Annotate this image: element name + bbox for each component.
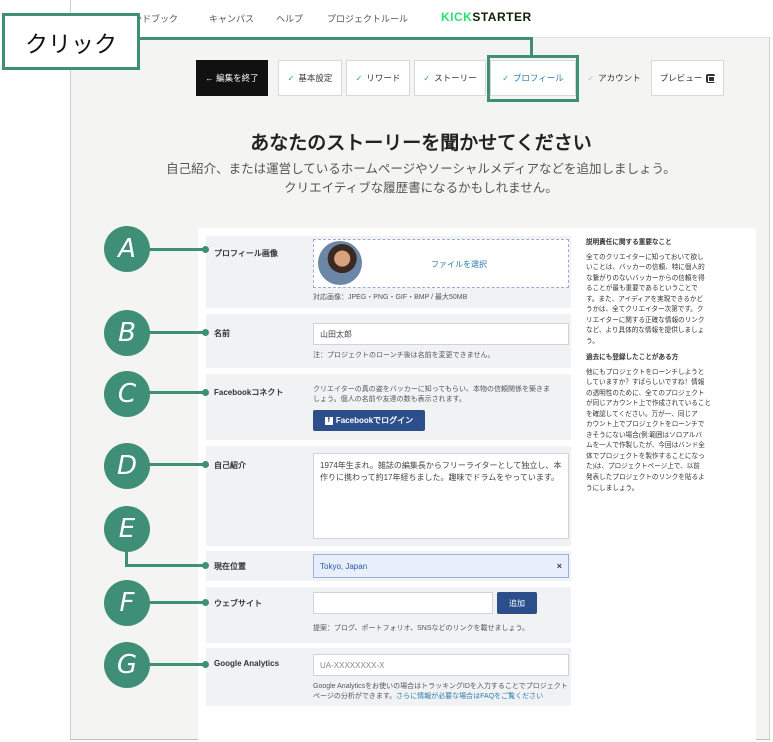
callout-line-vertical [530,37,533,57]
analytics-note-line1: Google Analyticsをお使いの場合はトラッキングIDを入力することで… [313,683,568,690]
connector-b [148,331,206,334]
name-label: 名前 [214,329,230,338]
connector-e [125,564,206,567]
badge-b: B [104,310,150,356]
connector-dot-d [202,461,209,468]
clear-icon[interactable]: × [557,561,562,571]
location-label: 現在位置 [214,562,246,571]
badge-f: F [104,580,150,626]
profile-image-note: 対応画像：JPEG・PNG・GIF・BMP / 最大50MB [313,294,468,301]
sidebar-accountability: 説明責任に関する重要なこと 全てのクリエイターに知っておいて欲し いことは、バッカ… [586,239,705,345]
connector-c [148,391,206,394]
nav-link-campus[interactable]: キャンパス [209,12,254,25]
analytics-label: Google Analytics [214,659,280,668]
page-subtitle-line2: クリエイティブな履歴書になるかもしれません。 [284,181,558,195]
file-select-link[interactable]: ファイルを選択 [431,259,487,270]
website-label: ウェブサイト [214,599,262,608]
tab-basics[interactable]: ✓ 基本設定 [278,60,342,96]
avatar [318,241,362,285]
badge-g: G [104,642,150,688]
kickstarter-logo[interactable]: KICKSTARTER [441,10,532,24]
connector-dot-c [202,389,209,396]
nav-link-help[interactable]: ヘルプ [276,12,303,25]
badge-d: D [104,443,150,489]
connector-dot-e [202,562,209,569]
tab-story[interactable]: ✓ ストーリー [414,60,486,96]
bio-textarea[interactable]: 1974年生まれ。雑誌の編集長からフリーライターとして独立し、本 作りに携わって… [313,453,569,539]
website-field[interactable] [313,592,493,614]
click-callout: クリック [2,13,140,70]
connector-dot-a [202,246,209,253]
connector-d [148,463,206,466]
badge-c: C [104,371,150,417]
name-field[interactable]: 山田太郎 [313,323,569,345]
tab-account[interactable]: ✓ アカウント [580,60,648,96]
pending-icon: ✓ [587,73,595,83]
check-icon: ✓ [355,73,363,83]
connector-g [148,663,206,666]
top-navigation: ンドブック キャンパス ヘルプ プロジェクトルール KICKSTARTER [71,0,771,38]
facebook-desc-line2: しょう。個人の名前や友達の数も表示されます。 [313,396,466,403]
name-note: 注：プロジェクトのローンチ後は名前を変更できません。 [313,352,495,359]
facebook-desc-line1: クリエイターの真の姿をバッカーに知ってもらい、本物の信頼関係を築きま [313,386,551,393]
badge-e: E [104,506,150,552]
analytics-field[interactable]: UA-XXXXXXXX-X [313,654,569,676]
faq-link[interactable]: さらに情報が必要な場合はFAQをご覧ください [396,693,543,700]
preview-icon [706,73,716,83]
add-website-button[interactable]: 追加 [497,592,537,614]
bio-label: 自己紹介 [214,461,246,470]
sidebar-past-creators: 過去にも登録したことがある方 他にもプロジェクトをローンチしようと していますか？… [586,354,712,492]
connector-a [148,248,206,251]
page-subtitle-line1: 自己紹介、または運営しているホームページやソーシャルメディアなどを追加しましょう… [166,162,676,176]
connector-dot-b [202,329,209,336]
callout-line-horizontal [140,37,533,40]
tab-rewards[interactable]: ✓ リワード [346,60,410,96]
connector-dot-g [202,661,209,668]
location-field[interactable]: Tokyo, Japan × [313,554,569,578]
facebook-label: Facebookコネクト [214,388,284,397]
website-note: 提案：ブログ、ポートフォリオ、SNSなどのリンクを載せましょう。 [313,625,530,632]
screenshot-frame: ンドブック キャンパス ヘルプ プロジェクトルール KICKSTARTER ← … [70,0,771,740]
check-icon: ✓ [423,73,431,83]
connector-dot-f [202,599,209,606]
tab-exit-editing[interactable]: ← 編集を終了 [196,60,268,96]
tab-preview[interactable]: プレビュー [651,60,724,96]
profile-tab-highlight [487,55,579,102]
profile-image-label: プロフィール画像 [214,249,278,258]
facebook-icon: f [324,416,333,425]
nav-link-project-rules[interactable]: プロジェクトルール [327,12,408,25]
page-title: あなたのストーリーを聞かせてください [250,133,592,154]
badge-a: A [104,226,150,272]
analytics-note-line2: ページの分析ができます。さらに情報が必要な場合はFAQをご覧ください [313,693,544,700]
check-icon: ✓ [287,73,295,83]
facebook-login-button[interactable]: f Facebookでログイン [313,410,425,431]
connector-f [148,601,206,604]
